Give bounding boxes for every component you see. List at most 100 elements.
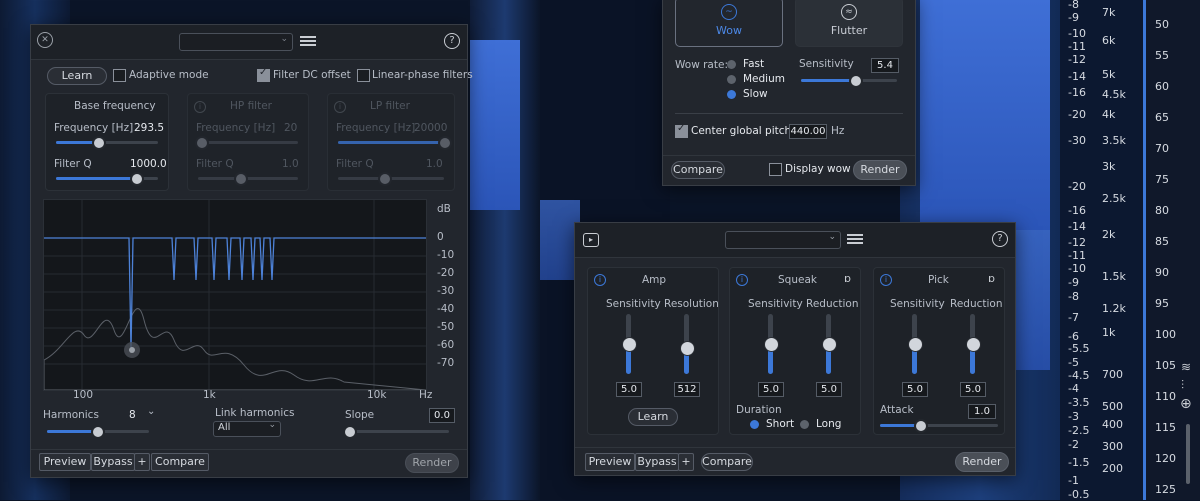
lp-q-value[interactable]: 1.0 <box>426 158 443 170</box>
pick-sensitivity-value[interactable]: 5.0 <box>902 382 928 397</box>
amp-sensitivity-value[interactable]: 5.0 <box>616 382 642 397</box>
pick-reduction-value[interactable]: 5.0 <box>960 382 986 397</box>
freq-tick: 10k <box>367 389 387 401</box>
waveform-view-icon[interactable]: ≋ <box>1181 360 1191 374</box>
info-icon[interactable]: i <box>334 101 346 113</box>
squeak-reduction-value[interactable]: 5.0 <box>816 382 842 397</box>
slope-slider[interactable] <box>343 425 449 439</box>
link-harmonics-select[interactable]: All ⌄ <box>213 420 281 437</box>
sensitivity-value[interactable]: 5.4 <box>871 58 899 73</box>
duration-long-radio[interactable] <box>800 420 809 429</box>
learn-button[interactable]: Learn <box>47 67 107 85</box>
duration-short-label: Short <box>766 418 795 430</box>
center-pitch-checkbox[interactable] <box>675 123 688 138</box>
help-icon[interactable]: ? <box>444 33 460 49</box>
preview-button[interactable]: Preview <box>39 453 91 471</box>
center-pitch-value[interactable]: 440.00 <box>789 124 827 139</box>
slope-value[interactable]: 0.0 <box>429 408 455 423</box>
preset-select[interactable]: ⌄ <box>179 33 293 51</box>
hz-tick: 1.2k <box>1102 302 1126 315</box>
lp-filter-section: i LP filter Frequency [Hz] 20000 Filter … <box>327 93 455 191</box>
zoom-scrollbar[interactable] <box>1186 424 1190 484</box>
hp-q-slider[interactable] <box>198 172 298 186</box>
render-button[interactable]: Render <box>405 453 459 473</box>
attack-slider[interactable] <box>880 419 998 433</box>
lp-frequency-slider[interactable] <box>338 136 452 150</box>
scale-tick: 90 <box>1155 266 1169 279</box>
amp-title: Amp <box>642 274 667 286</box>
db-tick: -5.5 <box>1068 342 1090 355</box>
chevron-down-icon[interactable]: ⌄ <box>147 406 155 417</box>
adaptive-mode-checkbox[interactable] <box>113 69 126 82</box>
base-q-slider[interactable] <box>56 172 158 186</box>
rate-fast-label: Fast <box>743 58 765 70</box>
squeak-reduction-slider[interactable] <box>822 314 837 374</box>
lp-frequency-value[interactable]: 20000 <box>414 122 447 134</box>
render-button[interactable]: Render <box>853 160 907 180</box>
menu-icon[interactable] <box>300 34 316 48</box>
learn-button[interactable]: Learn <box>628 408 678 426</box>
menu-icon[interactable] <box>847 232 863 246</box>
compare-button[interactable]: Compare <box>671 161 725 179</box>
ear-icon[interactable]: ɒ <box>844 272 851 285</box>
squeak-sensitivity-value[interactable]: 5.0 <box>758 382 784 397</box>
base-frequency-slider[interactable] <box>56 136 158 150</box>
scale-tick: 105 <box>1155 359 1176 372</box>
hz-tick: 2.5k <box>1102 192 1126 205</box>
info-icon[interactable]: i <box>594 274 606 286</box>
base-frequency-value[interactable]: 293.5 <box>134 122 164 134</box>
filter-q-label: Filter Q <box>54 158 92 170</box>
compare-button[interactable]: Compare <box>701 453 753 471</box>
hp-frequency-slider[interactable] <box>195 136 298 150</box>
spectrum-view-icon[interactable]: ⫶ <box>1181 378 1184 393</box>
filter-dc-offset-checkbox[interactable] <box>257 67 270 82</box>
base-q-value[interactable]: 1000.0 <box>130 158 167 170</box>
rate-medium-radio[interactable] <box>727 75 736 84</box>
amp-sensitivity-slider[interactable] <box>622 314 637 374</box>
bypass-button[interactable]: Bypass <box>91 453 135 471</box>
db-tick: -11 <box>1068 40 1086 53</box>
rate-slow-radio[interactable] <box>727 90 736 99</box>
squeak-sensitivity-slider[interactable] <box>764 314 779 374</box>
preview-button[interactable]: Preview <box>585 453 635 471</box>
linear-phase-checkbox[interactable] <box>357 69 370 82</box>
tab-wow[interactable]: ~ Wow <box>675 0 783 47</box>
harmonics-slider[interactable] <box>47 425 149 439</box>
hp-q-value[interactable]: 1.0 <box>282 158 299 170</box>
duration-long-label: Long <box>816 418 842 430</box>
tab-flutter[interactable]: ≈ Flutter <box>795 0 903 47</box>
display-wow-checkbox[interactable] <box>769 163 782 176</box>
db-tick: -14 <box>1068 220 1086 233</box>
info-icon[interactable]: i <box>194 101 206 113</box>
harmonics-value[interactable]: 8 <box>129 409 136 421</box>
add-button[interactable]: + <box>134 453 150 471</box>
render-button[interactable]: Render <box>955 452 1009 472</box>
db-tick: -9 <box>1068 11 1079 24</box>
rate-slow-label: Slow <box>743 88 768 100</box>
rate-fast-radio[interactable] <box>727 60 736 69</box>
compare-button[interactable]: Compare <box>151 453 209 471</box>
add-button[interactable]: + <box>678 453 694 471</box>
hp-frequency-value[interactable]: 20 <box>284 122 297 134</box>
help-icon[interactable]: ? <box>992 231 1008 247</box>
pick-sensitivity-slider[interactable] <box>908 314 923 374</box>
amp-resolution-slider[interactable] <box>680 314 695 374</box>
zoom-in-icon[interactable]: ⊕ <box>1180 396 1192 412</box>
bypass-button[interactable]: Bypass <box>635 453 679 471</box>
preset-select[interactable]: ⌄ <box>725 231 841 249</box>
amp-resolution-value[interactable]: 512 <box>674 382 700 397</box>
frequency-label: Frequency [Hz] <box>196 122 276 134</box>
lp-q-slider[interactable] <box>338 172 444 186</box>
db-tick: -9 <box>1068 276 1079 289</box>
info-icon[interactable]: i <box>880 274 892 286</box>
attack-value[interactable]: 1.0 <box>968 404 996 419</box>
eq-graph[interactable] <box>43 199 427 391</box>
reduction-label: Reduction <box>806 298 859 310</box>
duration-short-radio[interactable] <box>750 420 759 429</box>
sensitivity-slider[interactable] <box>801 74 897 88</box>
pick-reduction-slider[interactable] <box>966 314 981 374</box>
info-icon[interactable]: i <box>736 274 748 286</box>
db-tick: -20 <box>1068 180 1086 193</box>
db-tick: -10 <box>1068 262 1086 275</box>
ear-icon[interactable]: ɒ <box>988 272 995 285</box>
